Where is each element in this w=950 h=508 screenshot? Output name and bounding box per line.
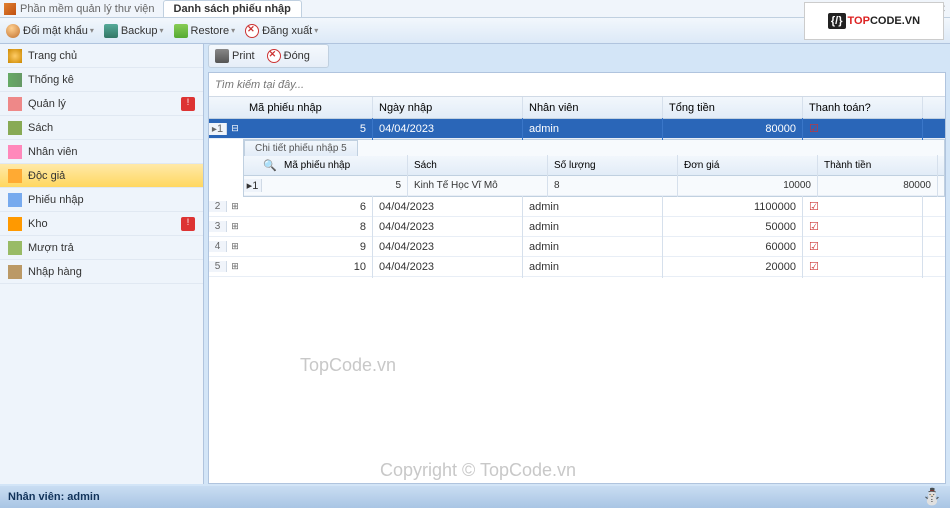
change-password-button[interactable]: Đổi mật khẩu▾ [6,24,94,38]
statusbar: Nhân viên: admin ⛄ [0,486,950,508]
badge-icon: ! [181,217,195,231]
sidebar-item-home[interactable]: Trang chủ [0,44,203,68]
expand-icon[interactable]: ⊞ [227,201,243,212]
staff-icon [8,145,22,159]
col-header-total[interactable]: Tổng tiền [663,97,803,119]
import-icon [8,193,22,207]
col-header-date[interactable]: Ngày nhập [373,97,523,119]
manage-icon [8,97,22,111]
row-indicator: ▸1 [244,179,262,192]
col-header-id[interactable]: Mã phiếu nhập [243,97,373,119]
expand-icon[interactable]: ⊞ [227,221,243,232]
reader-icon [8,169,22,183]
col-header-pay[interactable]: Thanh toán? [803,97,923,119]
sidebar-item-import[interactable]: Phiếu nhập [0,188,203,212]
sidebar-item-store[interactable]: Kho! [0,212,203,236]
check-icon: ☑ [809,261,819,273]
receive-icon [8,265,22,279]
status-user: Nhân viên: admin [8,491,100,503]
backup-button[interactable]: Backup▾ [104,24,164,38]
sub-toolbar: Print Đóng [208,44,329,68]
topcode-logo: {/} TOPCODE.VN [804,2,944,40]
check-icon: ☑ [809,123,819,135]
app-title: Phần mềm quản lý thư viện [20,3,155,15]
print-button[interactable]: Print [215,49,255,63]
check-icon: ☑ [809,201,819,213]
sidebar-item-loan[interactable]: Mượn trả [0,236,203,260]
detail-panel: Chi tiết phiếu nhập 5 🔍 Mã phiếu nhập Sá… [243,139,945,197]
expand-icon[interactable]: ⊞ [227,261,243,272]
sidebar-item-receive[interactable]: Nhập hàng [0,260,203,284]
table-row[interactable]: ▸1 ⊟ 5 04/04/2023 admin 80000 ☑ [209,119,945,139]
search-input[interactable] [215,79,939,91]
logout-icon [245,24,259,38]
restore-icon [174,24,188,38]
sidebar-item-staff[interactable]: Nhân viên [0,140,203,164]
sidebar-item-stats[interactable]: Thống kê [0,68,203,92]
table-row[interactable]: 2 ⊞ 6 04/04/2023 admin 1100000 ☑ [209,197,945,217]
logout-button[interactable]: Đăng xuất▾ [245,24,318,38]
collapse-icon[interactable]: ⊟ [227,123,243,134]
home-icon [8,49,22,63]
chart-icon [8,73,22,87]
sidebar: Trang chủ Thống kê Quản lý! Sách Nhân vi… [0,44,204,484]
database-icon [104,24,118,38]
check-icon: ☑ [809,241,819,253]
store-icon [8,217,22,231]
table-row[interactable]: 3 ⊞ 8 04/04/2023 admin 50000 ☑ [209,217,945,237]
restore-button[interactable]: Restore▾ [174,24,236,38]
check-icon: ☑ [809,221,819,233]
grid-header: Mã phiếu nhập Ngày nhập Nhân viên Tổng t… [209,97,945,119]
app-icon [4,3,16,15]
snowman-icon: ⛄ [922,487,942,507]
sidebar-item-manage[interactable]: Quản lý! [0,92,203,116]
col-header-staff[interactable]: Nhân viên [523,97,663,119]
print-icon [215,49,229,63]
work-surface: Mã phiếu nhập Ngày nhập Nhân viên Tổng t… [208,72,946,484]
active-tab[interactable]: Danh sách phiếu nhập [163,0,302,17]
row-indicator: ▸1 [209,123,227,135]
close-tab-button[interactable]: Đóng [267,49,310,63]
sidebar-item-readers[interactable]: Độc giả [0,164,203,188]
book-icon [8,121,22,135]
expand-icon[interactable]: ⊞ [227,241,243,252]
search-row [209,73,945,97]
search-icon[interactable]: 🔍 [262,159,278,172]
user-icon [6,24,20,38]
badge-icon: ! [181,97,195,111]
loan-icon [8,241,22,255]
table-row[interactable]: 5 ⊞ 10 04/04/2023 admin 20000 ☑ [209,257,945,277]
sidebar-item-books[interactable]: Sách [0,116,203,140]
close-icon [267,49,281,63]
table-row[interactable]: 4 ⊞ 9 04/04/2023 admin 60000 ☑ [209,237,945,257]
detail-row[interactable]: ▸1 5 Kinh Tế Học Vĩ Mô 8 10000 80000 [244,176,944,196]
